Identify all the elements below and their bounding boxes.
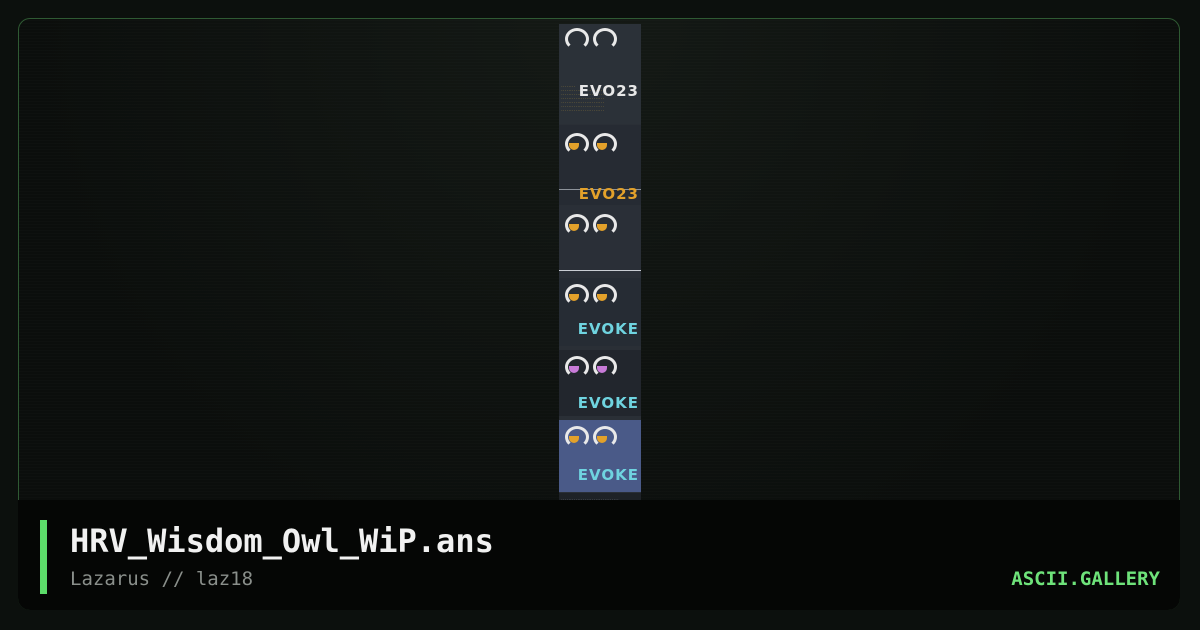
group-logo: EVO23	[578, 82, 639, 100]
owl-eyes-icon	[565, 28, 621, 50]
artwork-frame-6: EVOKE	[559, 420, 641, 492]
accent-bar	[40, 520, 47, 594]
artwork-frame-4: EVOKE	[559, 278, 641, 346]
info-bar: HRV_Wisdom_Owl_WiP.ans Lazarus // laz18 …	[18, 500, 1180, 610]
owl-eyes-icon	[565, 133, 621, 155]
group-logo: EVO23	[578, 185, 639, 203]
artwork-frame-3	[559, 206, 641, 276]
owl-eyes-icon	[565, 426, 621, 448]
owl-eyes-icon	[565, 284, 621, 306]
group-logo: EVOKE	[577, 320, 639, 338]
artwork-frame-1: ········ ························ ········…	[559, 24, 641, 124]
site-brand[interactable]: ASCII.GALLERY	[1011, 568, 1160, 590]
artwork-frame-2: EVO23	[559, 125, 641, 205]
group-logo: EVOKE	[577, 466, 639, 484]
ansi-artwork-preview[interactable]: ········ ························ ········…	[559, 24, 641, 511]
artist-credit[interactable]: Lazarus // laz18	[70, 568, 253, 590]
group-logo: EVOKE	[577, 394, 639, 412]
artwork-title: HRV_Wisdom_Owl_WiP.ans	[70, 522, 494, 560]
owl-eyes-icon	[565, 214, 621, 236]
artwork-frame-5: EVOKE	[559, 350, 641, 416]
owl-eyes-icon	[565, 356, 621, 378]
